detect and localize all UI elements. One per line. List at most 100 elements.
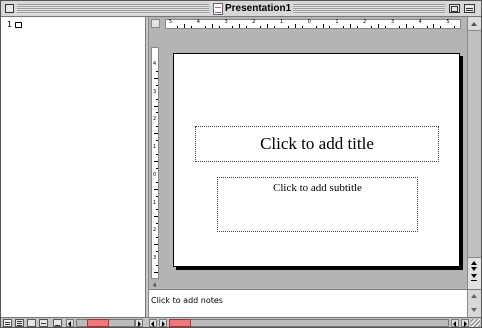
ruler-tick xyxy=(274,26,275,28)
ruler-tick xyxy=(433,24,435,28)
title-bar[interactable]: Presentation1 xyxy=(1,1,481,17)
ruler-tick xyxy=(204,26,206,28)
ruler-number: 5 xyxy=(446,19,450,25)
slide-scroll-left-icon[interactable] xyxy=(149,319,157,327)
ruler-number: 0 xyxy=(307,19,311,25)
ruler-tick xyxy=(412,26,414,28)
ruler-tick xyxy=(440,26,442,28)
ruler-tick xyxy=(260,26,262,28)
slide-sorter-view-icon[interactable] xyxy=(39,319,48,327)
notes-pane[interactable]: Click to add notes xyxy=(149,289,467,317)
ruler-number: 2 xyxy=(153,116,157,123)
notes-placeholder[interactable]: Click to add notes xyxy=(151,296,223,305)
ruler-tick xyxy=(176,26,178,28)
ruler-number: 4 xyxy=(196,19,200,25)
ruler-number: 3 xyxy=(153,254,157,261)
ruler-number: 2 xyxy=(363,19,367,25)
previous-slide-icon[interactable] xyxy=(471,261,477,265)
ruler-tick xyxy=(239,24,241,28)
notes-scroll-down-icon[interactable] xyxy=(471,308,477,312)
ruler-number: 4 xyxy=(153,61,157,67)
slide-canvas[interactable]: Click to add title Click to add subtitle xyxy=(173,53,460,267)
slide-scroll-right-end-icon[interactable] xyxy=(461,319,469,327)
bottom-bar xyxy=(1,317,481,327)
ruler-number: 2 xyxy=(153,227,157,234)
ruler-tick xyxy=(454,26,456,28)
scroll-up-arrow-icon[interactable] xyxy=(468,17,481,31)
document-proxy-icon[interactable] xyxy=(213,3,223,15)
outline-view-icon[interactable] xyxy=(15,319,24,327)
slide-scroll-right-icon[interactable] xyxy=(159,319,167,327)
outline-slide-entry[interactable]: 1 xyxy=(7,20,23,29)
ruler-number: 3 xyxy=(153,88,157,95)
ruler-tick xyxy=(232,26,234,28)
close-box-button[interactable] xyxy=(5,4,14,13)
ruler-number: 1 xyxy=(153,199,157,206)
slide-show-icon[interactable] xyxy=(53,319,62,327)
ruler-tick xyxy=(267,24,269,28)
vertical-scrollbar[interactable] xyxy=(467,17,481,289)
ruler-tick xyxy=(350,24,352,28)
outline-pane[interactable]: 1 xyxy=(1,17,146,317)
ruler-tick xyxy=(301,26,303,28)
slide-navigation-buttons[interactable] xyxy=(468,257,481,289)
ruler-tick xyxy=(156,98,158,100)
ruler-number: 3 xyxy=(224,19,228,25)
ruler-tick xyxy=(156,140,158,142)
ruler-tick xyxy=(156,154,158,156)
resize-grip-icon[interactable] xyxy=(471,319,480,327)
ruler-number: 3 xyxy=(390,19,395,25)
slide-icon xyxy=(15,22,23,28)
next-slide-icon[interactable] xyxy=(471,267,477,271)
ruler-tick xyxy=(357,26,359,28)
ruler-tick xyxy=(154,77,158,79)
ruler-number: 1 xyxy=(153,144,157,151)
ruler-tick xyxy=(156,195,158,197)
title-placeholder[interactable]: Click to add title xyxy=(195,126,439,162)
slide-scroll-left-end-icon[interactable] xyxy=(451,319,459,327)
ruler-tick xyxy=(398,26,400,28)
window-title: Presentation1 xyxy=(225,2,292,16)
ruler-number: 1 xyxy=(279,19,284,25)
subtitle-placeholder[interactable]: Click to add subtitle xyxy=(217,177,418,232)
notes-scrollbar[interactable] xyxy=(467,289,481,317)
ruler-tick xyxy=(405,24,407,28)
slide-hscroll-track[interactable] xyxy=(169,319,449,327)
ruler-number: 0 xyxy=(153,171,157,178)
ruler-tick xyxy=(156,70,158,72)
ruler-tick xyxy=(315,26,317,28)
zoom-box-button[interactable] xyxy=(449,4,460,13)
ruler-tick xyxy=(426,26,428,28)
ruler-tick xyxy=(190,26,192,28)
title-bar-stripes-left xyxy=(17,4,209,14)
notes-scroll-up-icon[interactable] xyxy=(471,294,477,298)
ruler-tick xyxy=(154,244,158,246)
vertical-ruler[interactable]: 432101234 xyxy=(151,47,159,288)
ruler-tick xyxy=(371,26,373,28)
outline-scroll-right-icon[interactable] xyxy=(135,319,143,327)
ruler-tick xyxy=(156,126,158,128)
ruler-tick xyxy=(211,24,213,28)
ruler-tick xyxy=(329,26,331,28)
ruler-tick xyxy=(156,112,158,114)
slide-hscroll-thumb[interactable] xyxy=(169,319,191,327)
title-bar-stripes-right xyxy=(293,4,445,14)
normal-view-icon[interactable] xyxy=(3,319,12,327)
horizontal-ruler[interactable]: 5 4 3 2 1 0 1 2 3 4 5 xyxy=(165,19,461,29)
ruler-tick xyxy=(287,26,289,28)
ruler-tick xyxy=(322,24,324,28)
ruler-corner-box[interactable] xyxy=(151,19,160,28)
outline-hscroll-thumb[interactable] xyxy=(87,319,109,327)
ruler-tick xyxy=(156,223,158,225)
last-slide-icon[interactable] xyxy=(471,274,477,278)
outline-scroll-left-icon[interactable] xyxy=(66,319,74,327)
slide-view-icon[interactable] xyxy=(27,319,36,327)
slide-pane: 5 4 3 2 1 0 1 2 3 4 5 4 3 2 1 0 1 2 3 4 Click to add title… xyxy=(149,17,481,289)
ruler-tick xyxy=(156,84,158,86)
collapse-box-button[interactable] xyxy=(464,4,475,13)
ruler-tick xyxy=(246,26,248,28)
ruler-tick xyxy=(156,167,158,169)
ruler-tick xyxy=(154,160,158,162)
ruler-number: 2 xyxy=(252,19,256,25)
ruler-tick xyxy=(343,26,345,28)
